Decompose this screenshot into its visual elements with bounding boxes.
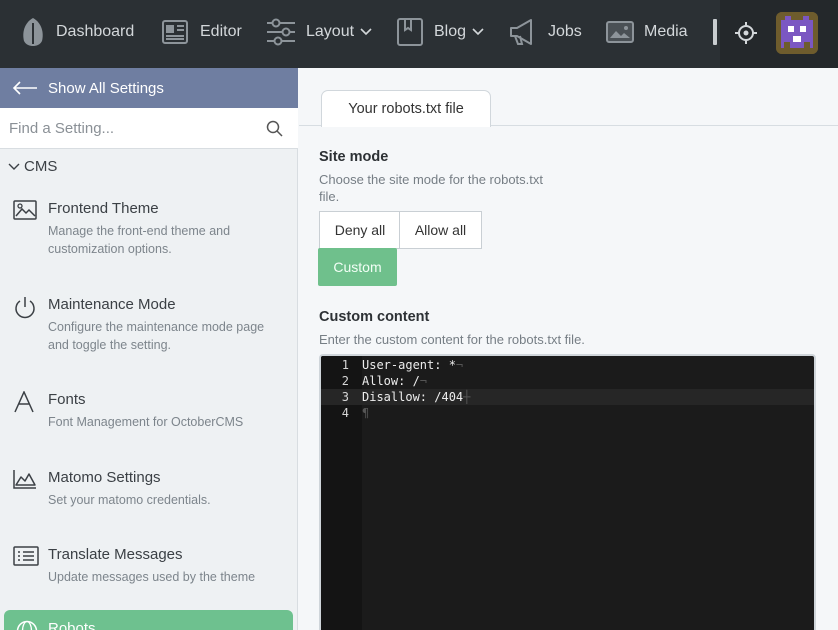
chevron-down-icon	[472, 28, 484, 36]
settings-sidebar: Show All Settings CMS Frontend Theme Man…	[0, 68, 298, 630]
line-text: Disallow: /404┼	[362, 390, 471, 404]
site-mode-help: Choose the site mode for the robots.txt …	[319, 172, 544, 204]
deny-all-button[interactable]: Deny all	[319, 211, 400, 249]
nav-divider	[713, 19, 717, 45]
code-line[interactable]: 1 User-agent: *¬	[321, 357, 814, 373]
line-number: 3	[341, 390, 349, 404]
sidebar-item-title: Fonts	[48, 391, 86, 408]
leaf-icon	[20, 17, 46, 47]
chevron-down-icon	[8, 163, 20, 171]
line-text: ¶	[362, 406, 370, 420]
settings-search-input[interactable]	[0, 108, 258, 148]
image-icon	[13, 200, 37, 225]
sidebar-item-title: Frontend Theme	[48, 200, 159, 217]
nav-jobs[interactable]: Jobs	[508, 14, 582, 50]
allow-all-button[interactable]: Allow all	[399, 211, 482, 249]
list-icon	[13, 546, 39, 571]
sidebar-item-matomo-settings[interactable]: Matomo Settings Set your matomo credenti…	[0, 469, 298, 511]
sidebar-item-title: Maintenance Mode	[48, 296, 176, 313]
nav-label: Dashboard	[56, 23, 135, 40]
sidebar-item-frontend-theme[interactable]: Frontend Theme Manage the front-end them…	[0, 200, 298, 260]
nav-label: Media	[644, 23, 688, 40]
site-mode-label: Site mode	[319, 149, 389, 165]
show-all-settings-button[interactable]: Show All Settings	[0, 68, 298, 108]
search-icon[interactable]	[266, 120, 283, 142]
main-content: Your robots.txt file Site mode Choose th…	[299, 68, 838, 630]
custom-content-help: Enter the custom content for the robots.…	[319, 332, 585, 347]
line-number: 1	[341, 358, 349, 372]
sidebar-item-fonts[interactable]: Fonts Font Management for OctoberCMS	[0, 390, 298, 433]
nav-editor[interactable]: Editor	[160, 14, 242, 50]
nav-label: Blog	[434, 23, 467, 40]
line-text: User-agent: *¬	[362, 358, 464, 372]
sidebar-item-title: Robots	[48, 620, 96, 630]
custom-button[interactable]: Custom	[318, 248, 397, 286]
megaphone-icon	[508, 17, 538, 47]
group-label: CMS	[24, 158, 58, 175]
sidebar-item-description: Update messages used by the theme	[48, 570, 256, 584]
sidebar-item-translate-messages[interactable]: Translate Messages Update messages used …	[0, 546, 298, 588]
nav-blog[interactable]: Blog	[396, 14, 484, 50]
area-chart-icon	[13, 469, 37, 494]
editor-icon	[160, 17, 190, 47]
sidebar-item-title: Matomo Settings	[48, 469, 161, 486]
book-icon	[396, 17, 424, 47]
arrow-left-icon	[12, 81, 38, 95]
crosshair-icon[interactable]	[734, 21, 758, 50]
back-label: Show All Settings	[48, 79, 164, 97]
nav-dashboard[interactable]: Dashboard	[20, 14, 134, 50]
code-editor[interactable]: 1 User-agent: *¬ 2 Allow: /¬ 3 Disallow:…	[319, 354, 816, 630]
chevron-down-icon	[360, 28, 372, 36]
avatar[interactable]	[776, 12, 818, 54]
power-icon	[13, 296, 37, 325]
nav-label: Jobs	[548, 23, 582, 40]
settings-group-cms[interactable]: CMS	[8, 158, 57, 175]
sidebar-item-description: Configure the maintenance mode page and …	[48, 320, 265, 352]
sidebar-item-description: Set your matomo credentials.	[48, 493, 211, 507]
top-navigation: Dashboard Editor Layout Blog Jobs Media	[0, 0, 838, 68]
line-text: Allow: /¬	[362, 374, 428, 388]
sidebar-item-description: Font Management for OctoberCMS	[48, 415, 244, 429]
nav-media[interactable]: Media	[606, 14, 688, 50]
custom-content-label: Custom content	[319, 309, 430, 325]
nav-layout[interactable]: Layout	[266, 14, 372, 50]
code-line[interactable]: 4 ¶	[321, 405, 814, 421]
nav-label: Layout	[306, 23, 355, 40]
media-icon	[606, 20, 634, 44]
line-number: 2	[341, 374, 349, 388]
settings-search	[0, 108, 298, 149]
sliders-icon	[266, 18, 296, 46]
tab-robots-file[interactable]: Your robots.txt file	[321, 90, 491, 127]
sidebar-item-robots[interactable]: Robots	[4, 610, 293, 630]
sidebar-item-maintenance-mode[interactable]: Maintenance Mode Configure the maintenan…	[0, 296, 298, 356]
sidebar-item-title: Translate Messages	[48, 546, 183, 563]
code-line[interactable]: 2 Allow: /¬	[321, 373, 814, 389]
globe-icon	[16, 620, 38, 630]
sidebar-item-description: Manage the front-end theme and customiza…	[48, 224, 231, 256]
code-line-current[interactable]: 3 Disallow: /404┼	[321, 389, 814, 405]
nav-label: Editor	[200, 23, 242, 40]
font-icon	[13, 390, 35, 418]
line-number: 4	[341, 406, 349, 420]
